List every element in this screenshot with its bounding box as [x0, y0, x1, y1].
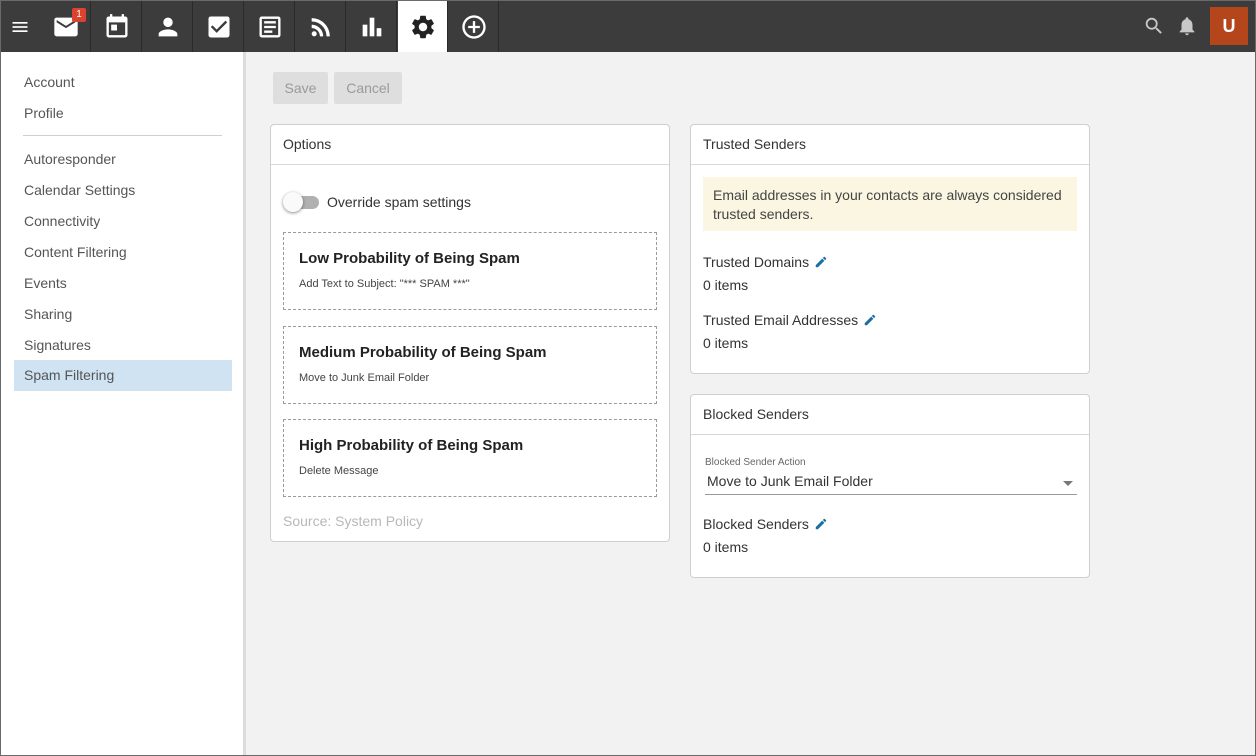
override-spam-toggle[interactable]	[283, 192, 319, 212]
search-button[interactable]	[1143, 15, 1165, 37]
policy-source-text: Source: System Policy	[283, 513, 424, 529]
nav-calendar-button[interactable]	[92, 1, 142, 52]
trusted-domains-label: Trusted Domains	[703, 254, 810, 270]
edit-trusted-domains-button[interactable]	[814, 255, 828, 269]
sidebar-divider	[23, 135, 222, 136]
low-probability-action: Add Text to Subject: "*** SPAM ***"	[299, 278, 470, 290]
calendar-icon	[106, 13, 127, 37]
unread-badge: 1	[72, 8, 86, 22]
trusted-domains-count: 0 items	[703, 277, 749, 293]
medium-probability-box[interactable]: Medium Probability of Being Spam Move to…	[283, 326, 657, 404]
tasks-icon	[208, 16, 229, 37]
trusted-senders-card: Trusted Senders Email addresses in your …	[690, 124, 1090, 374]
sidebar-item-autoresponder[interactable]: Autoresponder	[14, 144, 232, 175]
high-probability-title: High Probability of Being Spam	[299, 437, 524, 454]
sidebar-item-connectivity[interactable]: Connectivity	[14, 206, 232, 237]
sidebar-item-sharing[interactable]: Sharing	[14, 299, 232, 330]
trusted-senders-title: Trusted Senders	[691, 125, 1089, 165]
blocked-senders-card: Blocked Senders Blocked Sender Action Mo…	[690, 394, 1090, 578]
high-probability-box[interactable]: High Probability of Being Spam Delete Me…	[283, 419, 657, 497]
bell-icon	[1179, 17, 1195, 36]
blocked-action-select[interactable]: Move to Junk Email Folder	[705, 473, 1077, 495]
trusted-emails-count: 0 items	[703, 335, 749, 351]
notifications-button[interactable]	[1176, 15, 1198, 37]
medium-probability-title: Medium Probability of Being Spam	[299, 344, 547, 361]
user-avatar[interactable]: U	[1210, 7, 1248, 45]
blocked-senders-title: Blocked Senders	[691, 395, 1089, 435]
nav-contacts-button[interactable]	[143, 1, 193, 52]
pencil-icon	[864, 314, 876, 326]
sidebar-item-events[interactable]: Events	[14, 268, 232, 299]
cancel-button[interactable]: Cancel	[334, 72, 402, 104]
blocked-senders-label: Blocked Senders	[703, 516, 809, 532]
high-probability-action: Delete Message	[299, 465, 379, 477]
sidebar-item-account[interactable]: Account	[14, 67, 232, 98]
nav-add-button[interactable]	[449, 1, 499, 52]
blocked-senders-count: 0 items	[703, 539, 749, 555]
low-probability-title: Low Probability of Being Spam	[299, 250, 520, 267]
nav-settings-button[interactable]	[398, 1, 448, 52]
trusted-domains-label-row: Trusted Domains	[703, 254, 828, 270]
sidebar-item-content-filtering[interactable]: Content Filtering	[14, 237, 232, 268]
blocked-action-label: Blocked Sender Action	[705, 457, 806, 468]
save-button[interactable]: Save	[273, 72, 328, 104]
pencil-icon	[815, 256, 827, 268]
medium-probability-action: Move to Junk Email Folder	[299, 372, 430, 384]
sidebar-item-profile[interactable]: Profile	[14, 98, 232, 129]
reports-icon	[362, 17, 381, 36]
menu-button[interactable]	[1, 1, 39, 52]
pencil-icon	[815, 518, 827, 530]
search-icon	[1145, 17, 1162, 34]
nav-rss-button[interactable]	[296, 1, 346, 52]
sidebar-item-calendar-settings[interactable]: Calendar Settings	[14, 175, 232, 206]
nav-tasks-button[interactable]	[194, 1, 244, 52]
nav-reports-button[interactable]	[347, 1, 397, 52]
toggle-knob	[283, 192, 303, 212]
sidebar-item-spam-filtering[interactable]: Spam Filtering	[14, 360, 232, 391]
override-spam-label: Override spam settings	[327, 194, 471, 210]
blocked-action-value: Move to Junk Email Folder	[707, 473, 873, 489]
add-icon	[461, 14, 486, 39]
chevron-down-icon	[1063, 481, 1073, 486]
notes-icon	[259, 16, 280, 37]
options-card-title: Options	[271, 125, 669, 165]
top-navigation-bar: 1 U	[1, 1, 1255, 52]
blocked-senders-label-row: Blocked Senders	[703, 516, 828, 532]
low-probability-box[interactable]: Low Probability of Being Spam Add Text t…	[283, 232, 657, 310]
settings-sidebar: Account Profile Autoresponder Calendar S…	[1, 52, 246, 755]
edit-blocked-senders-button[interactable]	[814, 517, 828, 531]
contacts-icon	[158, 17, 177, 36]
menu-icon	[12, 21, 28, 32]
sidebar-item-signatures[interactable]: Signatures	[14, 330, 232, 361]
nav-notes-button[interactable]	[245, 1, 295, 52]
trusted-emails-label-row: Trusted Email Addresses	[703, 312, 877, 328]
nav-mail-button[interactable]: 1	[41, 1, 91, 52]
trusted-emails-label: Trusted Email Addresses	[703, 312, 859, 328]
edit-trusted-emails-button[interactable]	[863, 313, 877, 327]
trusted-senders-note: Email addresses in your contacts are alw…	[703, 177, 1077, 231]
options-card: Options Override spam settings Low Proba…	[270, 124, 670, 542]
settings-icon	[411, 15, 434, 38]
rss-icon	[311, 17, 330, 36]
